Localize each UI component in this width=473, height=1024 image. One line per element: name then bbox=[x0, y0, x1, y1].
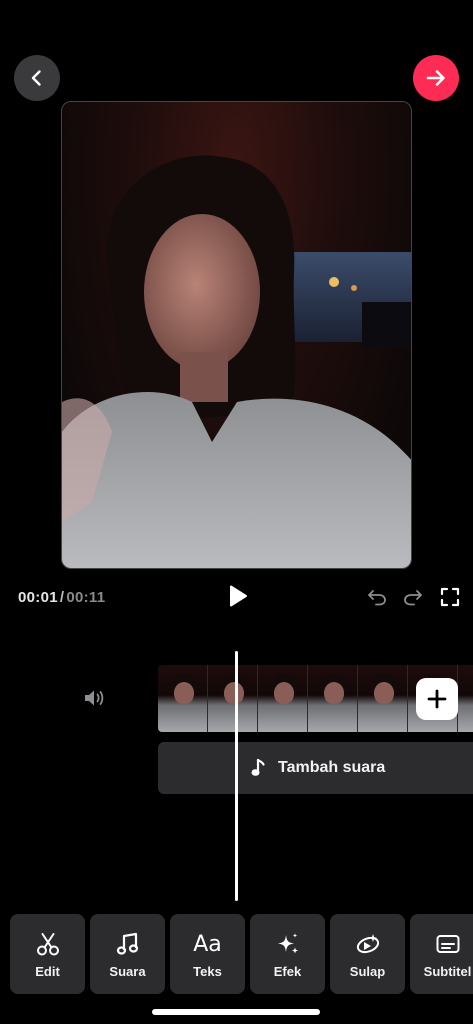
playback-time: 00:01 / 00:11 bbox=[18, 589, 105, 606]
chevron-left-icon bbox=[31, 70, 41, 86]
undo-icon bbox=[368, 590, 386, 606]
tool-text[interactable]: Aa Teks bbox=[170, 914, 245, 994]
tool-label: Efek bbox=[273, 964, 302, 979]
tool-label: Edit bbox=[35, 964, 60, 979]
timeline-playhead[interactable] bbox=[235, 651, 238, 901]
clip-thumbnail bbox=[458, 665, 473, 732]
play-button[interactable] bbox=[224, 582, 252, 610]
scissors-icon bbox=[36, 933, 59, 956]
back-button[interactable] bbox=[14, 55, 60, 101]
editing-toolbar: Edit Suara Aa Teks Efek Sulap Subtitel bbox=[10, 914, 473, 994]
tool-magic[interactable]: Sulap bbox=[330, 914, 405, 994]
home-indicator[interactable] bbox=[152, 1009, 320, 1015]
music-note-icon bbox=[251, 758, 265, 776]
tool-subtitle[interactable]: Subtitel bbox=[410, 914, 473, 994]
tool-effects[interactable]: Efek bbox=[250, 914, 325, 994]
clip-thumbnail bbox=[208, 665, 258, 732]
video-frame-image bbox=[62, 155, 411, 568]
play-icon bbox=[230, 585, 247, 607]
magic-icon bbox=[356, 934, 379, 954]
arrow-right-icon bbox=[426, 70, 445, 86]
subtitle-icon bbox=[436, 935, 459, 953]
text-aa-icon: Aa bbox=[193, 931, 222, 957]
time-separator: / bbox=[59, 589, 65, 606]
clip-thumbnail bbox=[258, 665, 308, 732]
tool-edit[interactable]: Edit bbox=[10, 914, 85, 994]
tool-label: Sulap bbox=[349, 964, 386, 979]
speaker-icon bbox=[85, 690, 104, 706]
redo-icon bbox=[404, 590, 422, 606]
tool-label: Teks bbox=[193, 964, 222, 979]
mute-button[interactable] bbox=[80, 685, 108, 711]
redo-button[interactable] bbox=[401, 585, 425, 609]
total-time: 00:11 bbox=[66, 589, 106, 606]
current-time: 00:01 bbox=[18, 589, 58, 606]
clip-thumbnail bbox=[358, 665, 408, 732]
add-clip-button[interactable] bbox=[416, 678, 458, 720]
add-sound-button[interactable]: Tambah suara bbox=[158, 742, 473, 794]
tool-label: Suara bbox=[109, 964, 146, 979]
add-sound-label: Tambah suara bbox=[278, 759, 386, 776]
tool-sound[interactable]: Suara bbox=[90, 914, 165, 994]
plus-icon bbox=[427, 689, 447, 709]
undo-button[interactable] bbox=[365, 585, 389, 609]
sparkle-icon bbox=[277, 933, 298, 954]
clip-thumbnail bbox=[308, 665, 358, 732]
next-button[interactable] bbox=[413, 55, 459, 101]
clip-thumbnail bbox=[158, 665, 208, 732]
tool-label: Subtitel bbox=[423, 964, 472, 979]
video-preview[interactable] bbox=[61, 101, 412, 569]
music-note-icon bbox=[116, 932, 138, 955]
fullscreen-icon bbox=[440, 587, 460, 607]
fullscreen-button[interactable] bbox=[437, 584, 463, 610]
